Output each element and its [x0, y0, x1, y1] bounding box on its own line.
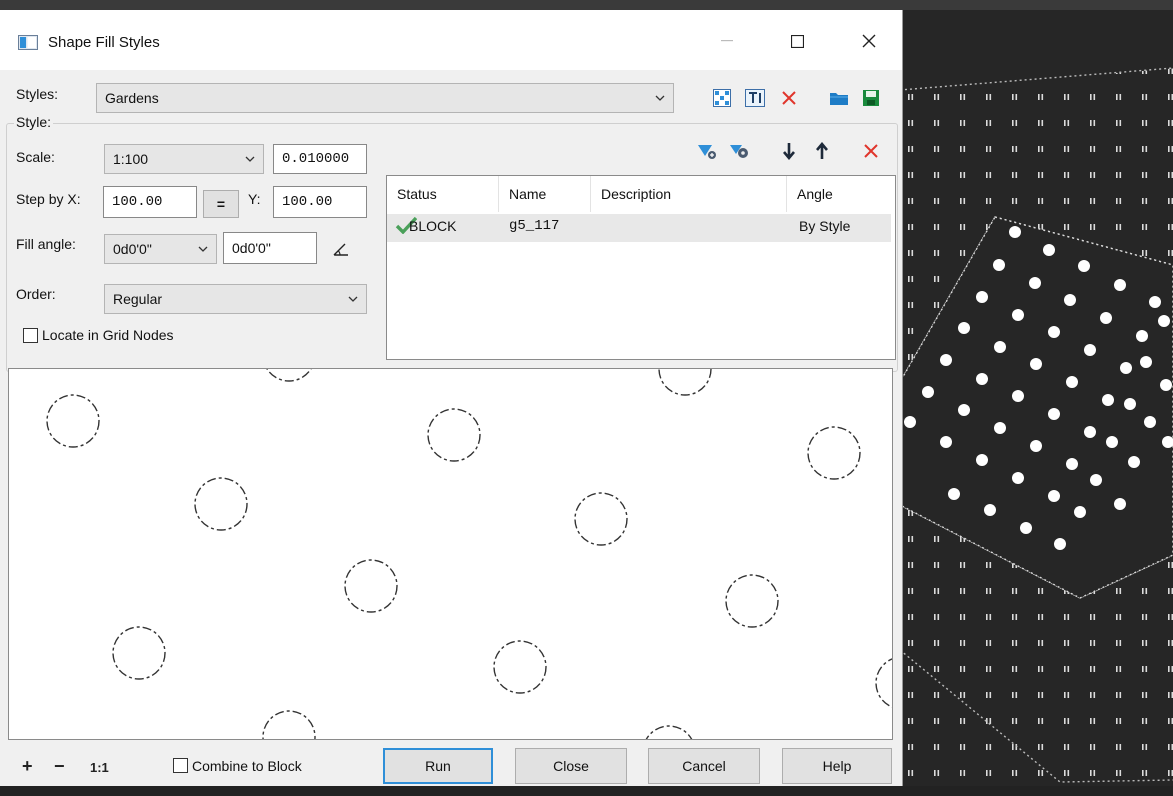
order-select[interactable]: Regular — [104, 284, 367, 314]
arrow-down-icon — [783, 143, 795, 160]
move-up-button[interactable] — [811, 140, 833, 162]
combine-block-checkbox[interactable] — [173, 758, 188, 773]
pattern-button[interactable] — [711, 87, 733, 109]
step-x-label: Step by X: — [16, 191, 81, 207]
step-x-input[interactable]: 100.00 — [103, 186, 197, 218]
app-icon — [18, 35, 38, 50]
delete-style-button[interactable] — [778, 87, 800, 109]
add-block-button[interactable] — [696, 140, 718, 162]
text-style-button[interactable] — [744, 87, 766, 109]
scale-select[interactable]: 1:100 — [104, 144, 264, 174]
column-header-description[interactable]: Description — [591, 176, 787, 212]
close-icon — [862, 34, 876, 48]
open-button[interactable] — [828, 87, 850, 109]
scale-label: Scale: — [16, 149, 55, 165]
fill-pattern-circles — [46, 369, 892, 739]
move-down-button[interactable] — [778, 140, 800, 162]
combine-block-label: Combine to Block — [192, 758, 302, 774]
cancel-button[interactable]: Cancel — [648, 748, 760, 784]
step-y-input[interactable]: 100.00 — [273, 186, 367, 218]
block-list[interactable]: Status Name Description Angle BLOCK g5_1… — [386, 175, 896, 360]
pick-angle-button[interactable] — [330, 238, 352, 260]
locate-grid-label: Locate in Grid Nodes — [42, 327, 174, 343]
bottom-frame — [0, 786, 1173, 796]
row-status: BLOCK — [409, 218, 457, 234]
scale-factor-input[interactable]: 0.010000 — [273, 144, 367, 174]
remove-icon — [864, 144, 878, 158]
styles-label: Styles: — [16, 86, 59, 102]
remove-block-button[interactable] — [860, 140, 882, 162]
fill-angle-select[interactable]: 0d0'0" — [104, 234, 217, 264]
step-y-label: Y: — [248, 191, 261, 207]
scale-select-value: 1:100 — [113, 151, 149, 167]
angle-icon — [333, 243, 348, 256]
style-group-label: Style: — [14, 114, 54, 130]
open-folder-icon — [830, 93, 848, 105]
locate-grid-checkbox[interactable] — [23, 328, 38, 343]
table-row[interactable]: BLOCK g5_117 By Style — [387, 214, 891, 242]
add-block-icon — [698, 145, 716, 159]
close-window-button[interactable] — [846, 24, 892, 58]
maximize-icon — [790, 34, 804, 48]
minimize-button[interactable] — [704, 24, 750, 58]
block-settings-button[interactable] — [728, 140, 750, 162]
zoom-out-button[interactable]: − — [54, 756, 65, 777]
cad-drawing-area[interactable] — [900, 10, 1173, 786]
column-header-angle[interactable]: Angle — [787, 176, 891, 212]
block-settings-icon — [730, 145, 748, 158]
fill-angle-input[interactable]: 0d0'0" — [223, 232, 317, 264]
styles-select-value: Gardens — [105, 90, 159, 106]
save-icon — [863, 90, 879, 106]
row-name: g5_117 — [509, 218, 560, 234]
order-select-value: Regular — [113, 291, 163, 307]
help-button[interactable]: Help — [782, 748, 892, 784]
zoom-in-button[interactable]: + — [22, 756, 33, 777]
chevron-down-icon — [245, 156, 255, 162]
order-label: Order: — [16, 286, 56, 302]
chevron-down-icon — [655, 95, 665, 101]
arrow-up-icon — [816, 142, 828, 159]
delete-icon — [782, 91, 796, 105]
column-header-status[interactable]: Status — [387, 176, 499, 212]
preview-canvas — [46, 369, 892, 739]
zoom-reset-button[interactable]: 1:1 — [90, 760, 109, 775]
title-bar[interactable]: Shape Fill Styles — [0, 10, 902, 70]
text-style-icon — [745, 89, 765, 107]
pattern-icon — [713, 89, 731, 107]
cad-canvas — [900, 67, 1173, 786]
close-button[interactable]: Close — [515, 748, 627, 784]
equal-step-button[interactable]: = — [203, 190, 239, 218]
chevron-down-icon — [348, 296, 358, 302]
maximize-button[interactable] — [774, 24, 820, 58]
chevron-down-icon — [198, 246, 208, 252]
row-angle: By Style — [799, 218, 851, 234]
column-header-name[interactable]: Name — [499, 176, 591, 212]
fill-angle-select-value: 0d0'0" — [113, 241, 152, 257]
top-frame — [0, 0, 1173, 10]
window-title: Shape Fill Styles — [48, 34, 160, 51]
run-button[interactable]: Run — [383, 748, 493, 784]
fill-angle-label: Fill angle: — [16, 236, 76, 252]
styles-select[interactable]: Gardens — [96, 83, 674, 113]
preview-pane[interactable] — [8, 368, 893, 740]
save-button[interactable] — [860, 87, 882, 109]
minimize-icon — [721, 40, 733, 42]
shape-fill-styles-dialog: Shape Fill Styles Styles: Gardens Style:… — [0, 10, 903, 786]
